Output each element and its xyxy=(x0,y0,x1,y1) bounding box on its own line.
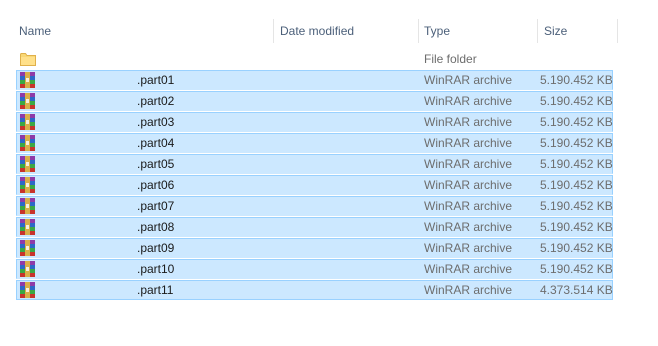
file-row[interactable]: .part04 WinRAR archive 5.190.452 KB xyxy=(0,133,658,154)
file-row[interactable]: .part06 WinRAR archive 5.190.452 KB xyxy=(0,175,658,196)
winrar-archive-icon xyxy=(20,219,35,235)
file-type: WinRAR archive xyxy=(424,94,513,108)
file-row[interactable]: .part08 WinRAR archive 5.190.452 KB xyxy=(0,217,658,238)
column-header-type[interactable]: Type xyxy=(424,19,450,43)
winrar-archive-icon xyxy=(20,72,35,88)
file-type: WinRAR archive xyxy=(424,73,513,87)
selection-highlight xyxy=(16,217,613,237)
selection-highlight xyxy=(16,196,613,216)
column-header-date-modified[interactable]: Date modified xyxy=(280,19,354,43)
file-name: .part08 xyxy=(137,220,175,234)
file-type: WinRAR archive xyxy=(424,136,513,150)
file-type: WinRAR archive xyxy=(424,115,513,129)
file-row[interactable]: .part10 WinRAR archive 5.190.452 KB xyxy=(0,259,658,280)
file-name: .part06 xyxy=(137,178,175,192)
folder-icon xyxy=(20,53,36,66)
file-type: WinRAR archive xyxy=(424,178,513,192)
file-size: 5.190.452 KB xyxy=(540,220,613,234)
file-list: File folder .part01 WinRAR archive 5.190.4… xyxy=(0,49,658,301)
file-name: .part09 xyxy=(137,241,175,255)
winrar-archive-icon xyxy=(20,156,35,172)
selection-highlight xyxy=(16,133,613,153)
selection-highlight xyxy=(16,154,613,174)
winrar-archive-icon xyxy=(20,261,35,277)
file-name: .part10 xyxy=(137,262,175,276)
file-size: 5.190.452 KB xyxy=(540,241,613,255)
file-name: .part05 xyxy=(137,157,175,171)
file-type: WinRAR archive xyxy=(424,262,513,276)
file-size: 4.373.514 KB xyxy=(540,283,613,297)
file-name: .part11 xyxy=(137,283,174,297)
file-explorer-list: Name Date modified Type Size File folder… xyxy=(0,0,658,346)
file-row[interactable]: .part05 WinRAR archive 5.190.452 KB xyxy=(0,154,658,175)
winrar-archive-icon xyxy=(20,240,35,256)
file-size: 5.190.452 KB xyxy=(540,199,613,213)
column-header-name[interactable]: Name xyxy=(19,19,51,43)
selection-highlight xyxy=(16,175,613,195)
winrar-archive-icon xyxy=(20,177,35,193)
file-row[interactable]: .part02 WinRAR archive 5.190.452 KB xyxy=(0,91,658,112)
file-size: 5.190.452 KB xyxy=(540,157,613,171)
selection-highlight xyxy=(16,259,613,279)
winrar-archive-icon xyxy=(20,114,35,130)
file-size: 5.190.452 KB xyxy=(540,262,613,276)
winrar-archive-icon xyxy=(20,93,35,109)
column-divider[interactable] xyxy=(617,19,618,43)
file-name: .part03 xyxy=(137,115,175,129)
file-row[interactable]: .part07 WinRAR archive 5.190.452 KB xyxy=(0,196,658,217)
file-size: 5.190.452 KB xyxy=(540,136,613,150)
file-row[interactable]: .part01 WinRAR archive 5.190.452 KB xyxy=(0,70,658,91)
file-row[interactable]: .part03 WinRAR archive 5.190.452 KB xyxy=(0,112,658,133)
column-header-size[interactable]: Size xyxy=(544,19,567,43)
file-size: 5.190.452 KB xyxy=(540,94,613,108)
file-row[interactable]: .part09 WinRAR archive 5.190.452 KB xyxy=(0,238,658,259)
column-header-bar: Name Date modified Type Size xyxy=(0,19,658,43)
column-divider[interactable] xyxy=(273,19,274,43)
file-name: .part01 xyxy=(137,73,175,87)
folder-type: File folder xyxy=(424,52,477,66)
winrar-archive-icon xyxy=(20,282,35,298)
file-type: WinRAR archive xyxy=(424,220,513,234)
file-type: WinRAR archive xyxy=(424,157,513,171)
selection-highlight xyxy=(16,70,613,90)
column-divider[interactable] xyxy=(537,19,538,43)
column-divider[interactable] xyxy=(418,19,419,43)
winrar-archive-icon xyxy=(20,198,35,214)
file-name: .part02 xyxy=(137,94,175,108)
file-size: 5.190.452 KB xyxy=(540,73,613,87)
file-type: WinRAR archive xyxy=(424,199,513,213)
file-type: WinRAR archive xyxy=(424,241,513,255)
selection-highlight xyxy=(16,91,613,111)
file-row[interactable]: .part11 WinRAR archive 4.373.514 KB xyxy=(0,280,658,301)
selection-highlight xyxy=(16,238,613,258)
file-type: WinRAR archive xyxy=(424,283,513,297)
selection-highlight xyxy=(16,112,613,132)
file-size: 5.190.452 KB xyxy=(540,178,613,192)
file-size: 5.190.452 KB xyxy=(540,115,613,129)
file-name: .part04 xyxy=(137,136,175,150)
selection-highlight xyxy=(16,280,613,300)
file-name: .part07 xyxy=(137,199,175,213)
folder-row[interactable]: File folder xyxy=(0,49,658,70)
winrar-archive-icon xyxy=(20,135,35,151)
